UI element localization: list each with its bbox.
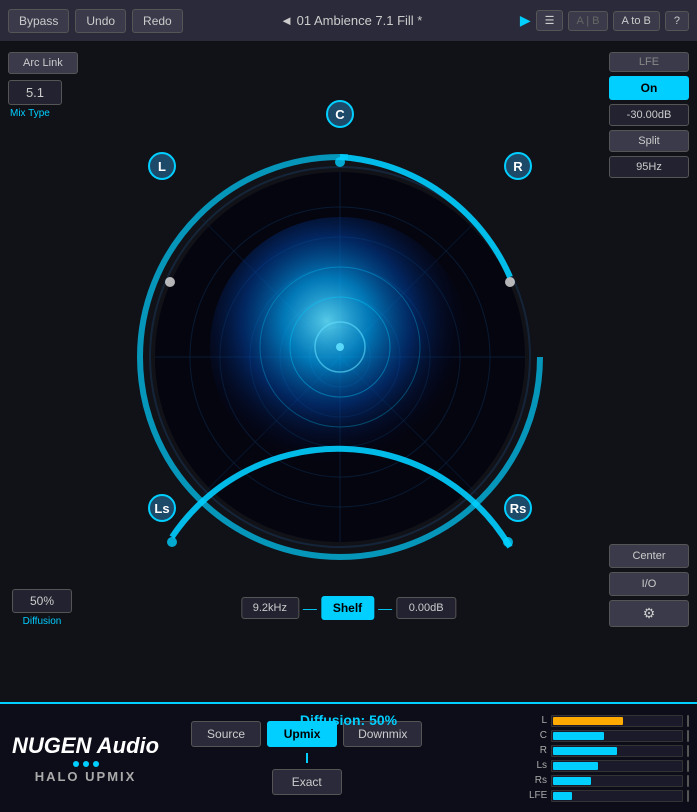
speaker-l[interactable]: L [148, 152, 176, 180]
playlist-button[interactable]: ☰ [536, 10, 564, 31]
meter-row: Ls [529, 760, 689, 772]
meter-tick [687, 715, 689, 727]
lfe-label: LFE [609, 52, 689, 72]
visualizer: C L R Ls Rs [120, 92, 560, 582]
meter-tick [687, 745, 689, 757]
meter-tick [687, 730, 689, 742]
meter-bar-rs [551, 775, 683, 787]
meter-label-rs: Rs [529, 775, 547, 786]
shelf-db-value[interactable]: 0.00dB [396, 597, 456, 619]
meter-tick [687, 775, 689, 787]
brand-name: NUGEN Audio [12, 733, 159, 759]
speaker-ls[interactable]: Ls [148, 494, 176, 522]
meter-bar-lfe [551, 790, 683, 802]
meter-segment [553, 792, 572, 800]
status-label: Diffusion: 50% [300, 712, 397, 728]
meter-label-l: L [529, 715, 547, 726]
lfe-db-value[interactable]: -30.00dB [609, 104, 689, 126]
meter-segment [553, 717, 623, 725]
io-button[interactable]: I/O [609, 572, 689, 596]
toolbar-right: ▶ ☰ A | B A to B ? [520, 10, 689, 31]
exact-button[interactable]: Exact [272, 769, 342, 795]
brand-area: NUGEN Audio HALO UPMIX [12, 733, 159, 784]
toolbar: Bypass Undo Redo ◄ 01 Ambience 7.1 Fill … [0, 0, 697, 42]
meter-bar-r [551, 745, 683, 757]
split-button[interactable]: Split [609, 130, 689, 152]
arc-link-button[interactable]: Arc Link [8, 52, 78, 74]
speaker-rs[interactable]: Rs [504, 494, 532, 522]
redo-button[interactable]: Redo [132, 9, 183, 33]
meter-bar-ls [551, 760, 683, 772]
meter-row: L [529, 715, 689, 727]
right-bottom-panel: Center I/O ⚙ [609, 544, 689, 627]
diffusion-box: 50% Diffusion [12, 589, 72, 627]
bypass-button[interactable]: Bypass [8, 9, 69, 33]
play-button[interactable]: ▶ [520, 12, 531, 29]
meter-segment [553, 747, 617, 755]
shelf-button[interactable]: Shelf [321, 596, 374, 620]
brand-dots [12, 761, 159, 767]
meter-row: LFE [529, 790, 689, 802]
main-area: Arc Link 5.1 Mix Type 50% Diffusion LFE … [0, 42, 697, 702]
brand-dot-1 [73, 761, 79, 767]
atob-button[interactable]: A to B [613, 11, 660, 31]
meter-tick [687, 790, 689, 802]
speaker-r[interactable]: R [504, 152, 532, 180]
meters-panel: LCR Ls Rs LFE [529, 712, 689, 804]
shelf-arrow-right: — [378, 600, 392, 616]
brand-dot-2 [83, 761, 89, 767]
undo-button[interactable]: Undo [75, 9, 126, 33]
meter-row: C [529, 730, 689, 742]
preset-title: ◄ 01 Ambience 7.1 Fill * [189, 13, 514, 28]
meter-bar-c [551, 730, 683, 742]
lfe-on-button[interactable]: On [609, 76, 689, 100]
lfe-freq-value[interactable]: 95Hz [609, 156, 689, 178]
shelf-arrow-left: — [303, 600, 317, 616]
status-bar: NUGEN Audio HALO UPMIX Diffusion: 50% So… [0, 702, 697, 812]
speaker-c[interactable]: C [326, 100, 354, 128]
brand-dot-3 [93, 761, 99, 767]
ab-selector[interactable]: A | B [568, 11, 607, 31]
meter-segment [553, 732, 604, 740]
mix-type-value[interactable]: 5.1 [8, 80, 62, 105]
center-button[interactable]: Center [609, 544, 689, 568]
meter-tick [687, 760, 689, 772]
gear-button[interactable]: ⚙ [609, 600, 689, 627]
diffusion-value[interactable]: 50% [12, 589, 72, 613]
connector-line [306, 753, 308, 763]
meter-label-lfe: LFE [529, 790, 547, 801]
mix-type-label: Mix Type [10, 108, 118, 119]
brand-sub: HALO UPMIX [12, 769, 159, 784]
lfe-panel: LFE On -30.00dB Split 95Hz [609, 52, 689, 178]
visualizer-svg [120, 92, 560, 582]
meter-row: Rs [529, 775, 689, 787]
exact-button-row: Exact [191, 769, 422, 795]
bottom-buttons: Source Upmix Downmix Exact [191, 721, 422, 795]
shelf-controls: 9.2kHz — Shelf — 0.00dB [241, 596, 456, 620]
meter-label-ls: Ls [529, 760, 547, 771]
left-panel: Arc Link 5.1 Mix Type [8, 52, 118, 119]
meter-segment [553, 762, 598, 770]
source-button[interactable]: Source [191, 721, 261, 747]
meter-label-c: C [529, 730, 547, 741]
help-button[interactable]: ? [665, 11, 689, 31]
meter-label-r: R [529, 745, 547, 756]
meter-bar-l [551, 715, 683, 727]
meter-segment [553, 777, 591, 785]
shelf-freq-value[interactable]: 9.2kHz [241, 597, 299, 619]
diffusion-label: Diffusion [12, 616, 72, 627]
meter-row: R [529, 745, 689, 757]
